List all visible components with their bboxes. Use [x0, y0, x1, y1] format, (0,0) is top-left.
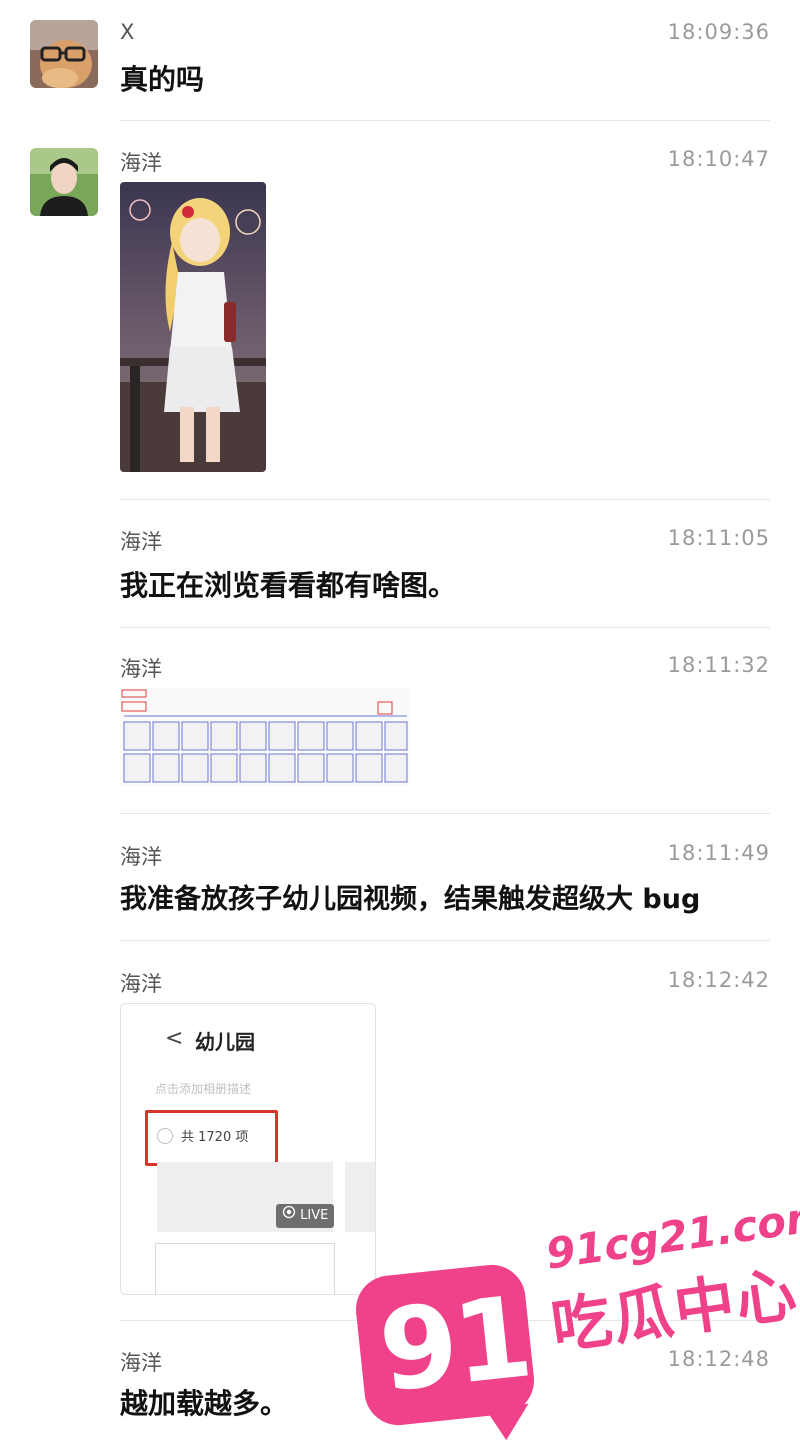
album-description-placeholder: 点击添加相册描述	[155, 1082, 252, 1096]
timestamp: 18:10:47	[667, 147, 770, 171]
sender-name: 海洋	[120, 845, 162, 869]
watermark-number: 91	[373, 1272, 535, 1418]
live-badge: LIVE	[276, 1204, 335, 1228]
sender-name: 海洋	[120, 1351, 162, 1375]
album-title: 幼儿园	[195, 1030, 255, 1054]
photo-frame	[155, 1243, 335, 1294]
watermark-bubble	[352, 1261, 538, 1429]
timestamp: 18:11:05	[667, 526, 770, 550]
image-message-gallery-grid[interactable]	[120, 688, 410, 786]
highlight-box	[145, 1110, 278, 1166]
message-text[interactable]: 我正在浏览看看都有啥图。	[120, 564, 456, 604]
timestamp: 18:11:32	[667, 653, 770, 677]
divider	[120, 813, 770, 814]
image-message-anime-girl[interactable]	[120, 182, 266, 472]
message-text[interactable]: 真的吗	[120, 58, 204, 98]
avatar-haiyang[interactable]	[30, 148, 98, 216]
divider	[120, 627, 770, 628]
divider	[120, 499, 770, 500]
back-chevron-icon: <	[165, 1026, 184, 1051]
avatar-cat[interactable]	[30, 20, 98, 88]
sender-name: 海洋	[120, 530, 162, 554]
divider	[120, 120, 770, 121]
divider	[120, 940, 770, 941]
watermark: 91 91cg21.com 吃瓜中心	[352, 1190, 800, 1432]
live-label: LIVE	[300, 1208, 329, 1223]
sender-name: X	[120, 20, 135, 44]
sender-name: 海洋	[120, 657, 162, 681]
message-text[interactable]: 我准备放孩子幼儿园视频，结果触发超级大 bug	[120, 877, 700, 916]
watermark-domain: 91cg21.com	[542, 1190, 800, 1279]
timestamp: 18:12:48	[667, 1347, 770, 1371]
divider	[120, 1320, 770, 1321]
sender-name: 海洋	[120, 972, 162, 996]
message-text[interactable]: 越加载越多。	[120, 1382, 288, 1422]
live-icon	[282, 1204, 296, 1228]
image-message-album-screenshot[interactable]: < 幼儿园 点击添加相册描述 共 1720 项 LIVE	[120, 1003, 376, 1295]
sender-name: 海洋	[120, 151, 162, 175]
photo-placeholder	[345, 1162, 375, 1232]
timestamp: 18:12:42	[667, 968, 770, 992]
timestamp: 18:09:36	[667, 20, 770, 44]
timestamp: 18:11:49	[667, 841, 770, 865]
